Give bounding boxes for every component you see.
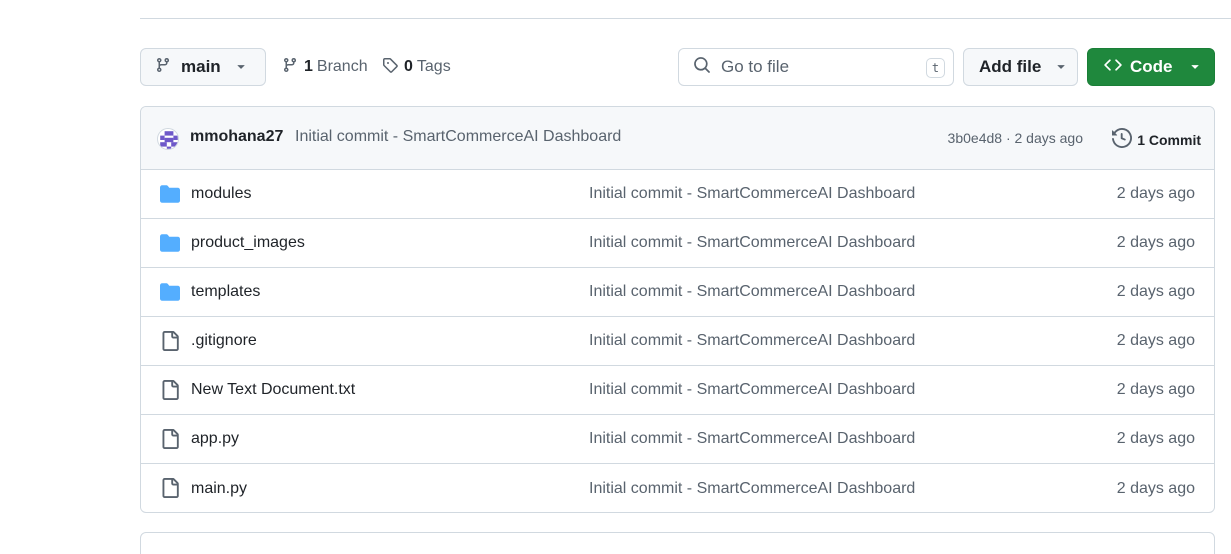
caret-down-icon — [1189, 57, 1201, 77]
caret-down-icon — [235, 57, 247, 77]
file-commit-age: 2 days ago — [1116, 283, 1195, 300]
code-button[interactable]: Code — [1087, 48, 1215, 86]
file-name-link[interactable]: .gitignore — [191, 332, 257, 350]
file-commit-age: 2 days ago — [1116, 332, 1195, 349]
branches-count: 1 — [304, 58, 313, 75]
code-label: Code — [1130, 57, 1173, 76]
file-browser: mmohana27 Initial commit - SmartCommerce… — [140, 106, 1215, 513]
file-commit-message-link[interactable]: Initial commit - SmartCommerceAI Dashboa… — [589, 480, 915, 498]
tags-label: Tags — [416, 58, 451, 75]
file-commit-message-link[interactable]: Initial commit - SmartCommerceAI Dashboa… — [589, 332, 915, 350]
folder-icon — [160, 184, 180, 207]
branches-label: Branch — [316, 58, 368, 75]
file-commit-age: 2 days ago — [1116, 479, 1195, 497]
file-name-link[interactable]: product_images — [191, 234, 305, 252]
add-file-button[interactable]: Add file — [963, 48, 1078, 86]
caret-down-icon — [1055, 57, 1067, 77]
commits-count-label: 1 Commit — [1137, 131, 1201, 148]
go-to-file-input[interactable]: Go to file t — [678, 48, 954, 86]
file-row[interactable]: app.py Initial commit - SmartCommerceAI … — [141, 415, 1214, 464]
commits-history-link[interactable]: 1 Commit — [1112, 127, 1201, 151]
top-divider — [140, 18, 1231, 19]
file-icon — [160, 478, 180, 501]
file-row[interactable]: main.py Initial commit - SmartCommerceAI… — [141, 464, 1214, 512]
file-row[interactable]: modules Initial commit - SmartCommerceAI… — [141, 170, 1214, 219]
file-row[interactable]: New Text Document.txt Initial commit - S… — [141, 366, 1214, 415]
file-list: modules Initial commit - SmartCommerceAI… — [141, 170, 1214, 512]
branch-select-button[interactable]: main — [140, 48, 266, 86]
latest-commit-bar: mmohana27 Initial commit - SmartCommerce… — [141, 107, 1214, 170]
tag-icon — [382, 57, 398, 78]
readme-box — [140, 532, 1215, 554]
file-name-link[interactable]: templates — [191, 283, 260, 301]
file-commit-message-link[interactable]: Initial commit - SmartCommerceAI Dashboa… — [589, 381, 915, 399]
file-commit-age: 2 days ago — [1116, 430, 1195, 447]
file-row[interactable]: product_images Initial commit - SmartCom… — [141, 219, 1214, 268]
file-icon — [160, 429, 180, 452]
commit-hash-age[interactable]: 3b0e4d8 · 2 days ago — [948, 130, 1083, 146]
commit-message-link[interactable]: Initial commit - SmartCommerceAI Dashboa… — [295, 128, 621, 146]
file-commit-age: 2 days ago — [1116, 381, 1195, 398]
file-name-link[interactable]: New Text Document.txt — [191, 381, 355, 399]
file-row[interactable]: .gitignore Initial commit - SmartCommerc… — [141, 317, 1214, 366]
search-placeholder: Go to file — [721, 57, 790, 76]
file-name-link[interactable]: modules — [191, 185, 251, 203]
file-commit-age: 2 days ago — [1116, 185, 1195, 202]
folder-icon — [160, 233, 180, 256]
file-name-link[interactable]: app.py — [191, 430, 239, 448]
file-icon — [160, 380, 180, 403]
file-icon — [160, 331, 180, 354]
tags-count: 0 — [404, 58, 413, 75]
git-branch-icon — [155, 57, 171, 78]
code-icon — [1104, 56, 1122, 79]
git-branch-icon — [282, 57, 298, 78]
avatar[interactable] — [157, 128, 179, 150]
commit-author-link[interactable]: mmohana27 — [190, 128, 283, 146]
file-row[interactable]: templates Initial commit - SmartCommerce… — [141, 268, 1214, 317]
tags-link[interactable]: 0 Tags — [382, 48, 451, 86]
branch-name: main — [181, 57, 221, 76]
file-commit-message-link[interactable]: Initial commit - SmartCommerceAI Dashboa… — [589, 234, 915, 252]
folder-icon — [160, 282, 180, 305]
file-commit-message-link[interactable]: Initial commit - SmartCommerceAI Dashboa… — [589, 283, 915, 301]
keyboard-shortcut-hint: t — [926, 58, 945, 78]
add-file-label: Add file — [979, 57, 1042, 76]
file-commit-message-link[interactable]: Initial commit - SmartCommerceAI Dashboa… — [589, 185, 915, 203]
file-name-link[interactable]: main.py — [191, 480, 247, 498]
branches-link[interactable]: 1 Branch — [282, 48, 368, 86]
file-commit-age: 2 days ago — [1116, 234, 1195, 251]
history-icon — [1112, 127, 1137, 151]
search-icon — [693, 56, 711, 79]
repo-toolbar: main 1 Branch 0 Tags Go to file t Add fi… — [140, 48, 1215, 86]
file-commit-message-link[interactable]: Initial commit - SmartCommerceAI Dashboa… — [589, 430, 915, 448]
